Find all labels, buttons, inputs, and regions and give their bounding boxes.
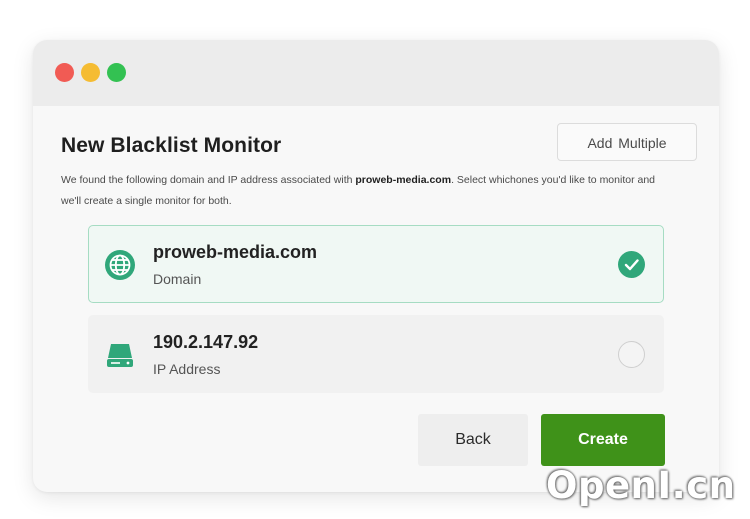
option-ip-address[interactable]: 190.2.147.92 IP Address (88, 315, 664, 393)
option-domain-name: proweb-media.com (153, 242, 318, 262)
create-button[interactable]: Create (541, 414, 665, 466)
title-bar (33, 40, 719, 106)
checkmark-icon[interactable] (618, 251, 645, 278)
maximize-icon[interactable] (107, 63, 126, 82)
page-title: New Blacklist Monitor (61, 134, 282, 157)
option-ip-name: 190.2.147.92 (153, 332, 259, 352)
globe-icon (105, 250, 135, 280)
check-glyph (624, 259, 639, 271)
description-domain: proweb-media.com (355, 174, 452, 186)
radio-unchecked-icon[interactable] (618, 341, 645, 368)
watermark-text: OpenI.cn (546, 464, 736, 507)
option-ip-type: IP Address (153, 361, 221, 377)
option-domain-type: Domain (153, 271, 202, 287)
close-icon[interactable] (55, 63, 74, 82)
description-text: We found the following domain and IP add… (61, 170, 671, 212)
description-part1: We found the following domain and IP add… (61, 174, 356, 186)
server-icon (107, 344, 133, 367)
dialog-window: New Blacklist Monitor Add Multiple We fo… (33, 40, 719, 492)
minimize-icon[interactable] (81, 63, 100, 82)
option-domain[interactable]: proweb-media.com Domain (88, 225, 664, 303)
add-multiple-button[interactable]: Add Multiple (557, 123, 697, 161)
back-button[interactable]: Back (418, 414, 528, 466)
